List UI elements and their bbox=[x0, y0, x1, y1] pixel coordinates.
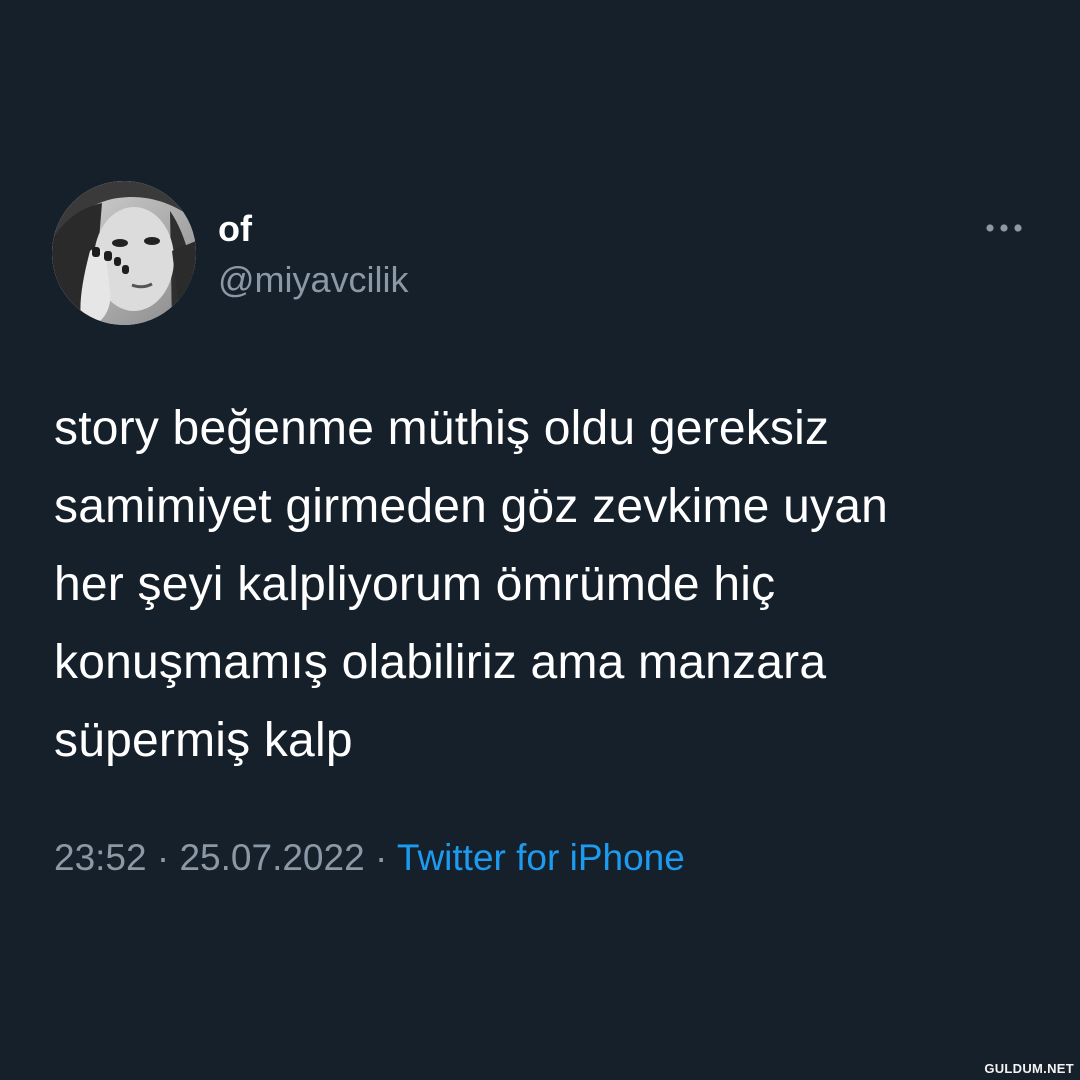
user-handle[interactable]: @miyavcilik bbox=[218, 258, 409, 302]
tweet-text-line: her şeyi kalpliyorum ömrümde hiç bbox=[54, 558, 776, 611]
meta-separator: · bbox=[156, 837, 170, 878]
tweet-date[interactable]: 25.07.2022 bbox=[179, 837, 364, 878]
tweet-text-line: konuşmamış olabiliriz ama manzara bbox=[54, 636, 827, 689]
more-options-button[interactable] bbox=[980, 210, 1028, 246]
tweet-card: of @miyavcilik story beğenme müthiş oldu… bbox=[0, 0, 1080, 1080]
tweet-text-line: süpermiş kalp bbox=[54, 714, 353, 767]
tweet-text-line: story beğenme müthiş oldu gereksiz bbox=[54, 402, 830, 455]
tweet-text-line: samimiyet girmeden göz zevkime uyan bbox=[54, 480, 888, 533]
tweet-time[interactable]: 23:52 bbox=[54, 837, 147, 878]
avatar[interactable] bbox=[52, 181, 196, 325]
display-name[interactable]: of bbox=[218, 207, 252, 251]
meta-separator: · bbox=[374, 837, 388, 878]
watermark: GULDUM.NET bbox=[984, 1061, 1074, 1076]
tweet-meta: 23:52 · 25.07.2022 · Twitter for iPhone bbox=[54, 835, 685, 881]
tweet-text: story beğenme müthiş oldu gereksiz samim… bbox=[54, 390, 1044, 780]
tweet-source-link[interactable]: Twitter for iPhone bbox=[397, 837, 685, 878]
ellipsis-icon bbox=[986, 224, 1022, 232]
profile-photo-icon bbox=[52, 181, 196, 325]
